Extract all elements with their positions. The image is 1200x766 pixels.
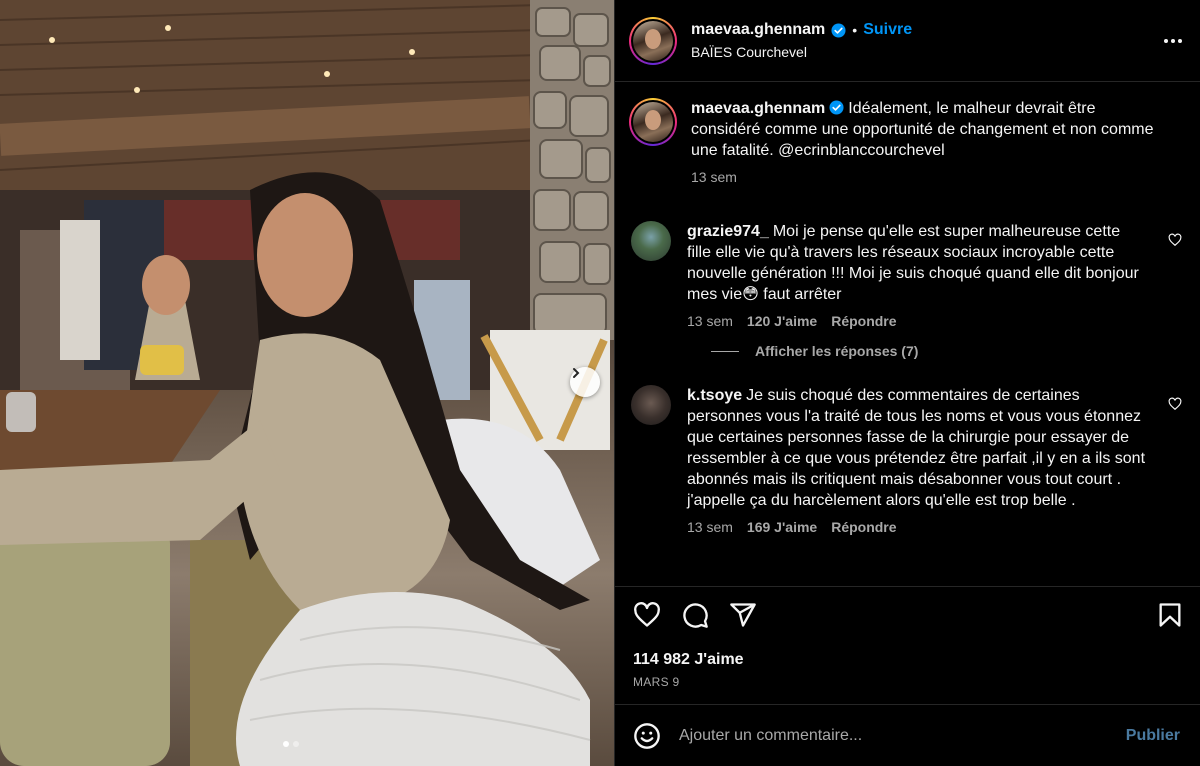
carousel-dot (293, 741, 299, 747)
smiley-icon (634, 722, 660, 749)
photo-scene (0, 0, 614, 766)
reply-button[interactable]: Répondre (831, 519, 896, 535)
view-replies-label: Afficher les réponses (7) (755, 343, 919, 359)
like-button[interactable] (633, 601, 661, 629)
comment-text: Je suis choqué des commentaires de certa… (687, 387, 1146, 509)
comment-item: k.tsoye Je suis choqué des commentaires d… (631, 385, 1182, 535)
post-location[interactable]: BAÏES Courchevel (691, 44, 912, 60)
save-button[interactable] (1156, 601, 1184, 629)
caption-time: 13 sem (691, 169, 737, 185)
comment-button[interactable] (681, 601, 709, 629)
publish-button[interactable]: Publier (1126, 727, 1180, 745)
bookmark-icon (1159, 603, 1181, 627)
chevron-right-icon (573, 368, 580, 378)
view-replies-button[interactable]: Afficher les réponses (7) (711, 343, 1182, 359)
comment-input[interactable] (679, 726, 1126, 745)
comments-list[interactable]: maevaa.ghennam Idéalement, le malheur dev… (615, 82, 1200, 586)
comment-likes[interactable]: 120 J'aime (747, 313, 817, 329)
comment-item: grazie974_ Moi je pense qu'elle est super… (631, 221, 1182, 329)
comment-bubble-icon (683, 603, 708, 628)
reply-button[interactable]: Répondre (831, 313, 896, 329)
post-actions-area: 114 982 J'aime MARS 9 (615, 586, 1200, 704)
author-username[interactable]: maevaa.ghennam (691, 21, 825, 39)
action-bar (633, 601, 1184, 629)
verified-badge-icon (831, 22, 846, 38)
separator-dot: • (852, 22, 858, 38)
instagram-post-modal: maevaa.ghennam • Suivre BAÏES Courchevel (0, 0, 1200, 766)
post-date: MARS 9 (633, 675, 680, 689)
carousel-dot-active (283, 741, 289, 747)
post-side-panel: maevaa.ghennam • Suivre BAÏES Courchevel (614, 0, 1200, 766)
more-options-button[interactable] (1164, 38, 1182, 43)
follow-button[interactable]: Suivre (863, 21, 912, 39)
commenter-username[interactable]: grazie974_ (687, 223, 769, 240)
emoji-button[interactable] (633, 722, 661, 750)
comment-likes[interactable]: 169 J'aime (747, 519, 817, 535)
heart-icon (634, 602, 660, 627)
share-button[interactable] (729, 601, 757, 629)
carousel-indicator (283, 741, 299, 747)
comment-composer: Publier (615, 704, 1200, 766)
avatar-image (633, 20, 673, 61)
ellipsis-icon (1164, 38, 1168, 43)
heart-icon[interactable] (1168, 233, 1182, 247)
post-photo[interactable] (0, 0, 614, 766)
caption-avatar[interactable] (629, 98, 677, 146)
commenter-avatar[interactable] (631, 385, 671, 425)
post-caption: maevaa.ghennam Idéalement, le malheur dev… (629, 98, 1182, 185)
comment-time: 13 sem (687, 313, 733, 329)
post-likes-count[interactable]: 114 982 J'aime (633, 651, 1184, 669)
post-header: maevaa.ghennam • Suivre BAÏES Courchevel (615, 0, 1200, 82)
commenter-avatar[interactable] (631, 221, 671, 261)
avatar-image (633, 102, 673, 142)
commenter-username[interactable]: k.tsoye (687, 387, 742, 404)
author-avatar[interactable] (629, 16, 677, 65)
paper-plane-icon (730, 603, 756, 627)
heart-icon[interactable] (1168, 397, 1182, 411)
verified-badge-icon (829, 100, 844, 115)
next-photo-button[interactable] (570, 367, 600, 397)
comment-time: 13 sem (687, 519, 733, 535)
caption-username[interactable]: maevaa.ghennam (691, 100, 825, 117)
replies-line (711, 350, 739, 352)
